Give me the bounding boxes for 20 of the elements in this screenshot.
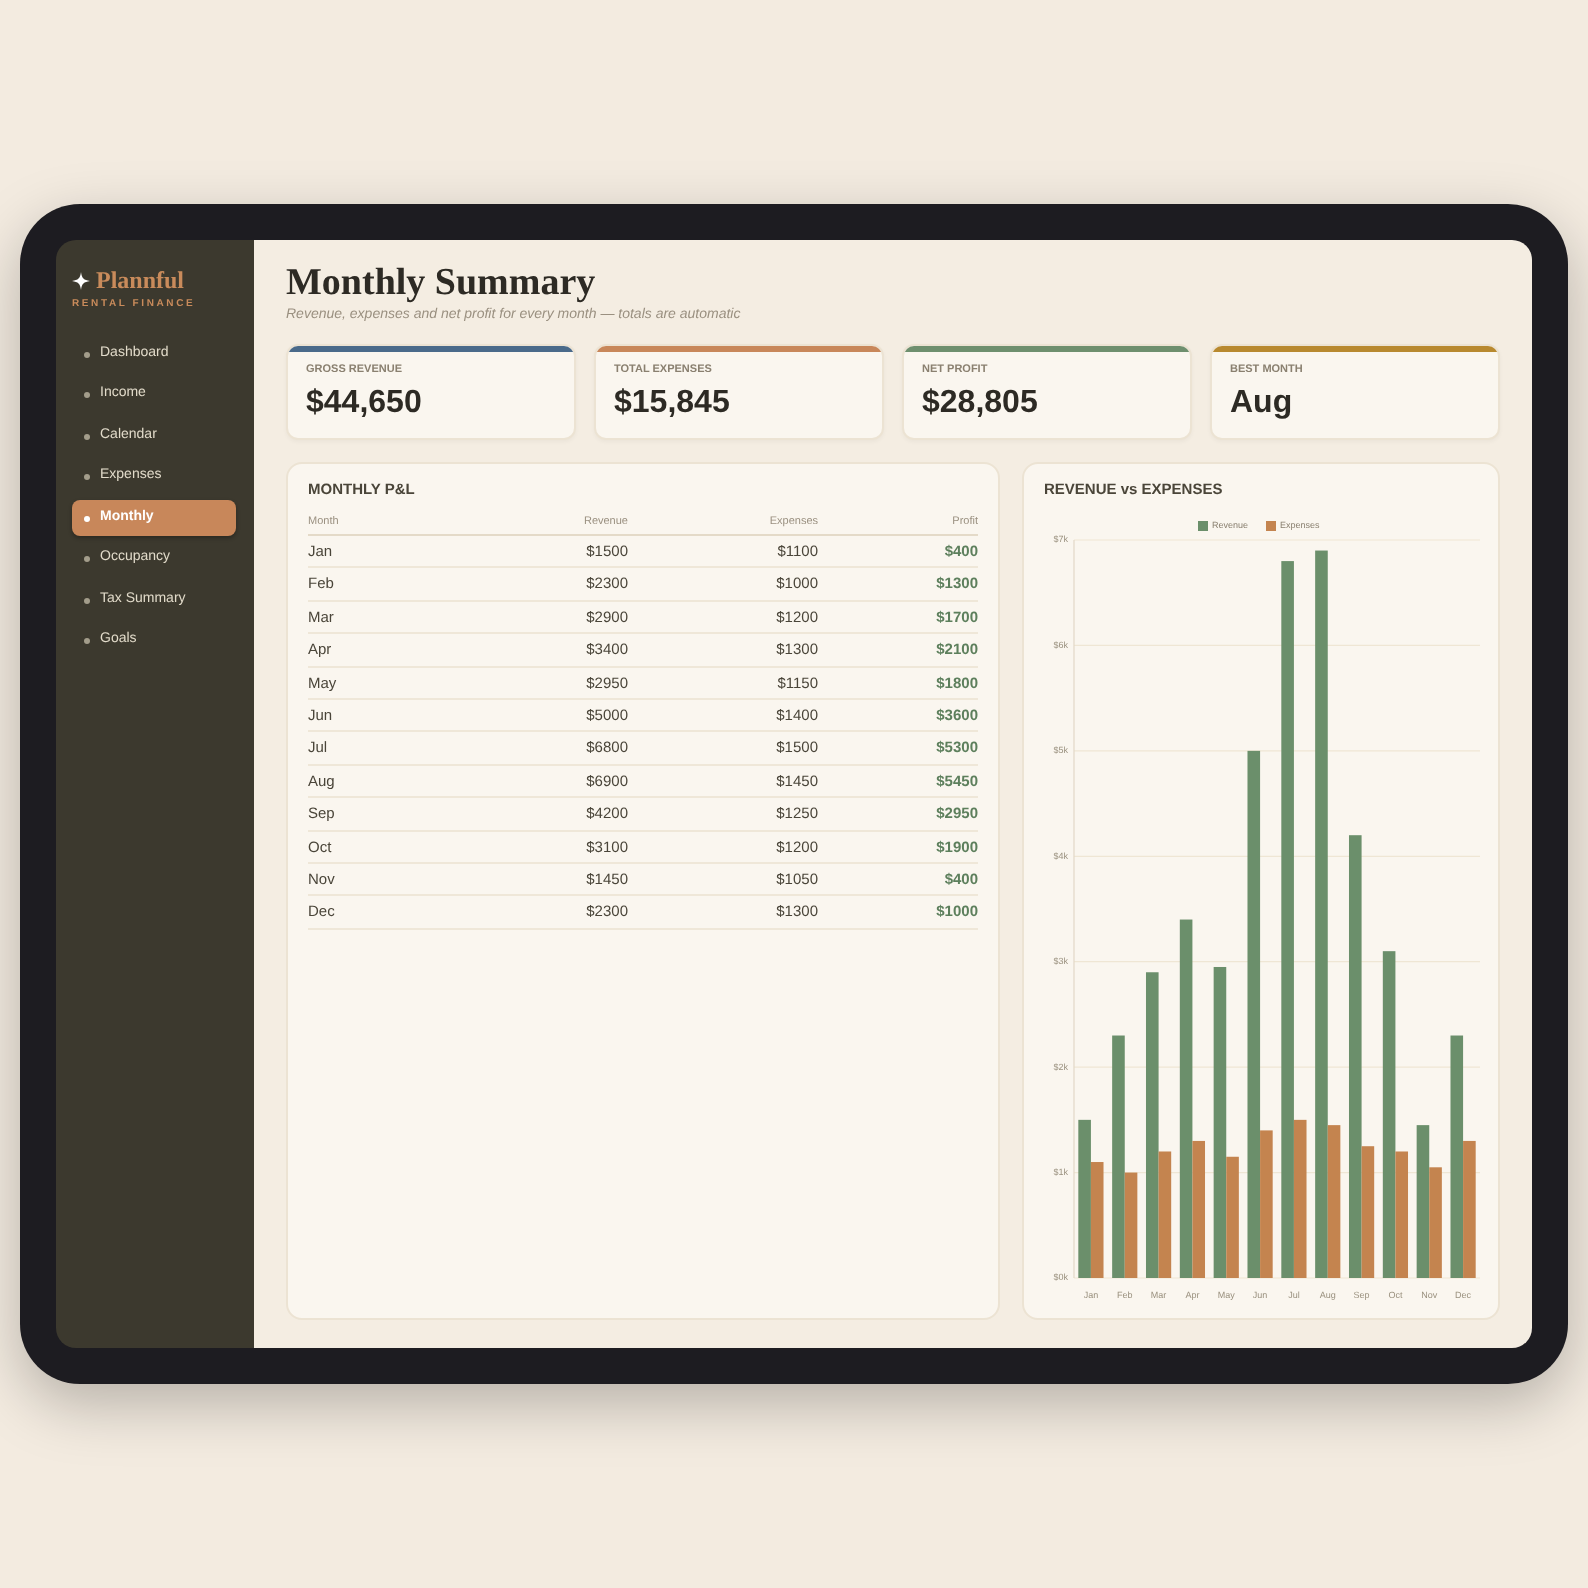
bullet-icon: [84, 597, 90, 603]
stat-value: Aug: [1230, 386, 1295, 422]
bullet-icon: [84, 392, 90, 398]
stat-value: $28,805: [922, 386, 1040, 422]
expense-bar: [1192, 1140, 1205, 1278]
expense-bar: [1429, 1167, 1442, 1278]
bullet-icon: [84, 515, 90, 521]
stat-value: $15,845: [614, 386, 732, 422]
stat-value: $44,650: [306, 386, 424, 422]
bullet-icon: [84, 638, 90, 644]
page-title: Monthly Summary: [286, 264, 598, 304]
bullet-icon: [84, 474, 90, 480]
logo-name: Plannful: [96, 266, 185, 294]
expense-bar: [1226, 1156, 1239, 1278]
bullet-icon: [84, 433, 90, 439]
expense-bar: [1463, 1140, 1476, 1278]
bullet-icon: [84, 556, 90, 562]
expense-bar: [1395, 1151, 1408, 1278]
sparkle-icon: [72, 271, 90, 289]
bullet-icon: [84, 351, 90, 357]
